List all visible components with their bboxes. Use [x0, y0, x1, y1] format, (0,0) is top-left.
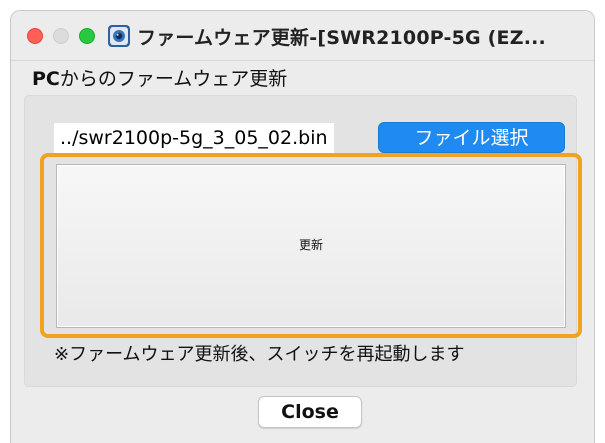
window-title: ファームウェア更新-[SWR2100P-5G (EZ...: [137, 27, 546, 49]
window-zoom-button[interactable]: [79, 28, 95, 44]
section-label-text: からのファームウェア更新: [59, 68, 288, 90]
window-minimize-button[interactable]: [53, 28, 69, 44]
app-icon: [108, 25, 130, 47]
title-bar[interactable]: ファームウェア更新-[SWR2100P-5G (EZ...: [11, 11, 594, 61]
section-label: PCからのファームウェア更新: [32, 64, 287, 91]
update-button[interactable]: 更新: [56, 164, 566, 328]
window-close-button[interactable]: [27, 28, 43, 44]
file-path-field: ../swr2100p-5g_3_05_02.bin: [54, 123, 334, 153]
close-button[interactable]: Close: [258, 396, 362, 428]
file-select-button[interactable]: ファイル選択: [378, 122, 565, 153]
restart-notice: ※ファームウェア更新後、スイッチを再起動します: [54, 344, 465, 365]
section-label-bold: PC: [32, 68, 60, 90]
